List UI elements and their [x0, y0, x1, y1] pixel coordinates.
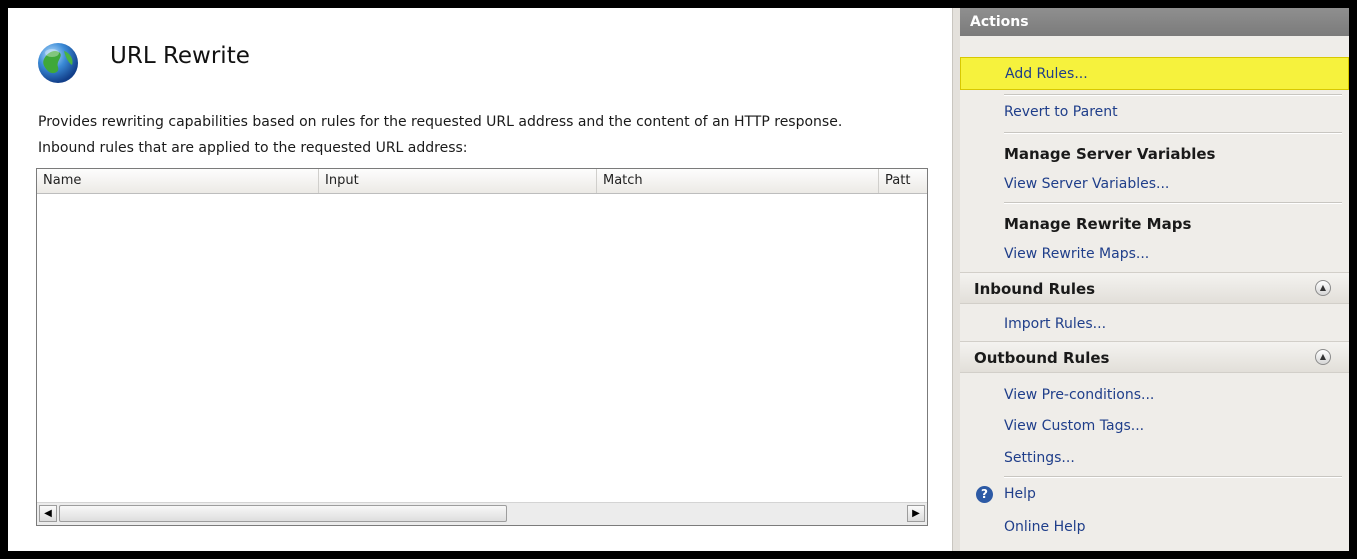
view-rewrite-maps-link[interactable]: View Rewrite Maps...	[960, 238, 1349, 271]
column-header-input[interactable]: Input	[319, 169, 597, 193]
revert-to-parent-link[interactable]: Revert to Parent	[960, 96, 1349, 129]
page-title: URL Rewrite	[110, 43, 250, 69]
title-row: URL Rewrite	[36, 38, 250, 88]
inbound-rules-group-title: Inbound Rules	[974, 280, 1096, 298]
view-custom-tags-link[interactable]: View Custom Tags...	[960, 410, 1349, 443]
scroll-left-button[interactable]: ◀	[39, 505, 57, 522]
help-link[interactable]: Help	[960, 478, 1349, 511]
online-help-link[interactable]: Online Help	[960, 511, 1349, 544]
import-rules-link[interactable]: Import Rules...	[960, 308, 1349, 341]
column-header-match[interactable]: Match	[597, 169, 879, 193]
feature-pane: URL Rewrite Provides rewriting capabilit…	[8, 8, 952, 551]
column-header-pattern[interactable]: Patt	[879, 169, 927, 193]
iis-window: URL Rewrite Provides rewriting capabilit…	[8, 8, 1349, 551]
outbound-rules-group-title: Outbound Rules	[974, 349, 1110, 367]
feature-description: Provides rewriting capabilities based on…	[38, 114, 843, 130]
divider	[1004, 132, 1342, 134]
collapse-icon[interactable]: ▲	[1315, 349, 1331, 365]
column-header-name[interactable]: Name	[37, 169, 319, 193]
divider	[1004, 202, 1342, 204]
scroll-right-button[interactable]: ▶	[907, 505, 925, 522]
manage-server-variables-heading: Manage Server Variables	[1004, 145, 1216, 163]
outbound-rules-group[interactable]: Outbound Rules ▲	[960, 341, 1349, 373]
settings-link[interactable]: Settings...	[960, 442, 1349, 475]
table-header: Name Input Match Patt	[37, 169, 927, 194]
inbound-rules-group[interactable]: Inbound Rules ▲	[960, 272, 1349, 304]
manage-rewrite-maps-heading: Manage Rewrite Maps	[1004, 215, 1192, 233]
collapse-icon[interactable]: ▲	[1315, 280, 1331, 296]
table-caption: Inbound rules that are applied to the re…	[38, 140, 468, 156]
scroll-thumb[interactable]	[59, 505, 507, 522]
horizontal-scrollbar[interactable]: ◀ ▶	[37, 502, 927, 525]
view-server-variables-link[interactable]: View Server Variables...	[960, 168, 1349, 201]
view-preconditions-link[interactable]: View Pre-conditions...	[960, 379, 1349, 412]
globe-icon	[38, 43, 78, 83]
inbound-rules-table[interactable]: Name Input Match Patt ◀ ▶	[36, 168, 928, 526]
add-rules-link[interactable]: Add Rules...	[960, 57, 1349, 90]
actions-header: Actions	[960, 8, 1349, 36]
actions-pane: Actions Add Rules... Revert to Parent Ma…	[960, 8, 1349, 551]
pane-splitter[interactable]	[952, 8, 960, 551]
